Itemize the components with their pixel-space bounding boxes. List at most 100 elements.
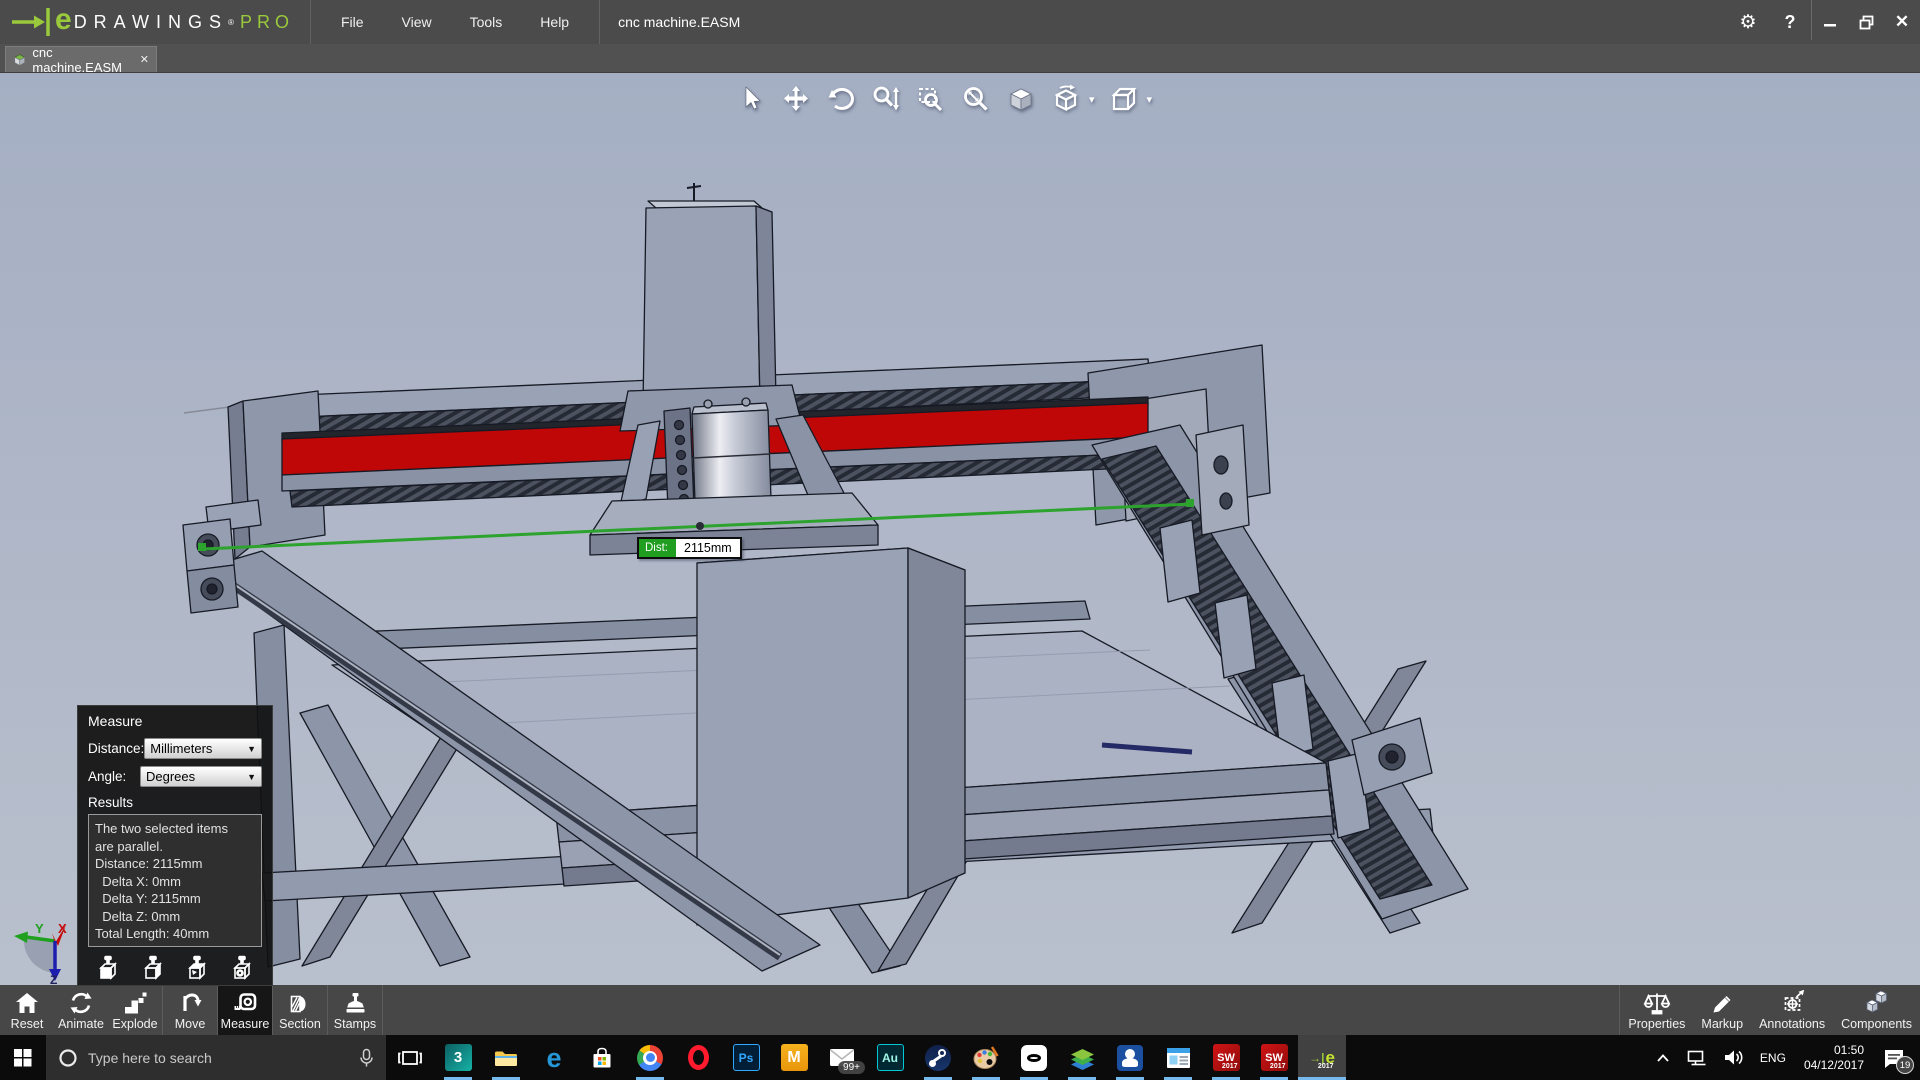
distance-callout: Dist: 2115mm bbox=[637, 537, 742, 559]
results-label: Results bbox=[88, 795, 262, 810]
view-orientation-icon[interactable] bbox=[1050, 83, 1082, 115]
menubar: File View Tools Help bbox=[311, 0, 600, 44]
view-orientation-caret[interactable]: ▾ bbox=[1089, 93, 1095, 106]
restore-button[interactable] bbox=[1848, 7, 1884, 37]
pan-icon[interactable] bbox=[780, 83, 812, 115]
titlebar: e DRAWINGS ® PRO File View Tools Help cn… bbox=[0, 0, 1920, 44]
explode-icon bbox=[122, 990, 148, 1016]
measure-edge-icon[interactable] bbox=[141, 955, 165, 981]
mail-m-icon[interactable]: M bbox=[770, 1035, 818, 1080]
measure-panel: Measure Distance: Millimeters▼ Angle: De… bbox=[77, 705, 273, 986]
standard-views-caret[interactable]: ▾ bbox=[1147, 93, 1153, 106]
document-tab[interactable]: cnc machine.EASM ✕ bbox=[5, 46, 157, 72]
edrawings-2017-icon[interactable]: →| e 2017 bbox=[1298, 1035, 1346, 1080]
microsoft-store-icon[interactable] bbox=[578, 1035, 626, 1080]
start-button[interactable] bbox=[0, 1035, 46, 1080]
steam-icon[interactable] bbox=[914, 1035, 962, 1080]
zoom-area-icon[interactable] bbox=[915, 83, 947, 115]
clock-time: 01:50 bbox=[1804, 1043, 1864, 1058]
bluestacks-icon[interactable] bbox=[1058, 1035, 1106, 1080]
close-button[interactable]: ✕ bbox=[1884, 7, 1920, 37]
outlook-mail-icon[interactable]: 99+ bbox=[818, 1035, 866, 1080]
brand-e: e bbox=[55, 3, 72, 37]
edge-icon[interactable]: e bbox=[530, 1035, 578, 1080]
mail-badge: 99+ bbox=[838, 1061, 865, 1074]
reset-button[interactable]: Reset bbox=[0, 985, 54, 1035]
photoshop-icon[interactable]: Ps bbox=[722, 1035, 770, 1080]
measure-button[interactable]: Measure bbox=[218, 985, 272, 1035]
search-input[interactable]: Type here to search bbox=[46, 1035, 386, 1080]
rotate-icon[interactable] bbox=[825, 83, 857, 115]
section-button[interactable]: Section bbox=[273, 985, 327, 1035]
microphone-icon[interactable] bbox=[359, 1048, 374, 1068]
taskbar-apps: 3 e bbox=[386, 1035, 1346, 1080]
pencil-icon bbox=[1709, 990, 1735, 1016]
tab-close-icon[interactable]: ✕ bbox=[140, 53, 149, 66]
file-explorer-icon[interactable] bbox=[482, 1035, 530, 1080]
tray-chevron-icon[interactable] bbox=[1647, 1035, 1679, 1080]
solidworks-2017-icon[interactable]: SW 2017 bbox=[1202, 1035, 1250, 1080]
search-placeholder: Type here to search bbox=[88, 1050, 349, 1066]
animate-button[interactable]: Animate bbox=[54, 985, 108, 1035]
cnc-machine-model bbox=[0, 73, 1920, 985]
menu-file[interactable]: File bbox=[341, 14, 364, 30]
settings-gear-icon[interactable]: ⚙ bbox=[1727, 0, 1769, 44]
blue-app-icon[interactable] bbox=[1106, 1035, 1154, 1080]
measure-circle-icon[interactable] bbox=[230, 955, 254, 981]
components-button[interactable]: Components bbox=[1833, 985, 1920, 1035]
shaded-view-icon[interactable] bbox=[1005, 83, 1037, 115]
opera-icon[interactable] bbox=[674, 1035, 722, 1080]
action-center-icon[interactable]: 19 bbox=[1874, 1035, 1920, 1080]
measure-face-icon[interactable] bbox=[185, 955, 209, 981]
menu-help[interactable]: Help bbox=[540, 14, 569, 30]
home-icon bbox=[14, 990, 40, 1016]
section-icon bbox=[287, 990, 313, 1016]
triad-y-label: Y bbox=[35, 921, 44, 936]
explode-button[interactable]: Explode bbox=[108, 985, 162, 1035]
triad-x-label: X bbox=[58, 921, 67, 936]
measure-icon bbox=[232, 990, 258, 1016]
network-icon[interactable] bbox=[1679, 1035, 1715, 1080]
help-icon[interactable]: ? bbox=[1769, 0, 1811, 44]
animate-icon bbox=[68, 990, 94, 1016]
menu-tools[interactable]: Tools bbox=[470, 14, 503, 30]
minimize-button[interactable] bbox=[1812, 7, 1848, 37]
3d-viewport[interactable]: ▾ ▾ Dist: 2115mm Measure Distance: Milli… bbox=[0, 73, 1920, 985]
select-icon[interactable] bbox=[735, 83, 767, 115]
paint-palette-icon[interactable] bbox=[962, 1035, 1010, 1080]
stamps-button[interactable]: Stamps bbox=[328, 985, 382, 1035]
system-window-icon[interactable] bbox=[1154, 1035, 1202, 1080]
view-toolbar: ▾ ▾ bbox=[735, 83, 1152, 115]
brand-name: DRAWINGS bbox=[74, 12, 228, 33]
menu-view[interactable]: View bbox=[402, 14, 432, 30]
3ds-max-icon[interactable]: 3 bbox=[434, 1035, 482, 1080]
markup-button[interactable]: Markup bbox=[1693, 985, 1751, 1035]
annotations-button[interactable]: Annotations bbox=[1751, 985, 1833, 1035]
task-view-icon[interactable] bbox=[386, 1035, 434, 1080]
volume-icon[interactable] bbox=[1715, 1035, 1752, 1080]
distance-callout-value: 2115mm bbox=[676, 539, 740, 557]
oculus-icon[interactable] bbox=[1010, 1035, 1058, 1080]
clock[interactable]: 01:50 04/12/2017 bbox=[1794, 1043, 1874, 1073]
windows-logo-icon bbox=[14, 1049, 32, 1067]
chrome-icon[interactable] bbox=[626, 1035, 674, 1080]
measure-point-icon[interactable] bbox=[96, 955, 120, 981]
audition-icon[interactable]: Au bbox=[866, 1035, 914, 1080]
measure-panel-title: Measure bbox=[78, 706, 272, 731]
system-tray: ENG 01:50 04/12/2017 19 bbox=[1647, 1035, 1920, 1080]
standard-views-icon[interactable] bbox=[1108, 83, 1140, 115]
language-indicator[interactable]: ENG bbox=[1752, 1035, 1794, 1080]
clock-date: 04/12/2017 bbox=[1804, 1058, 1864, 1073]
zoom-fit-icon[interactable] bbox=[960, 83, 992, 115]
move-button[interactable]: Move bbox=[163, 985, 217, 1035]
zoom-in-out-icon[interactable] bbox=[870, 83, 902, 115]
angle-units-dropdown[interactable]: Degrees▼ bbox=[140, 766, 262, 787]
document-title: cnc machine.EASM bbox=[600, 0, 1727, 44]
solidworks-2017-icon[interactable]: SW 2017 bbox=[1250, 1035, 1298, 1080]
windows-taskbar: Type here to search 3 e bbox=[0, 1035, 1920, 1080]
tab-label: cnc machine.EASM bbox=[32, 45, 133, 75]
distance-units-dropdown[interactable]: Millimeters▼ bbox=[144, 738, 262, 759]
components-cubes-icon bbox=[1863, 990, 1891, 1016]
properties-button[interactable]: Properties bbox=[1620, 985, 1693, 1035]
distance-units-label: Distance: bbox=[88, 741, 144, 756]
